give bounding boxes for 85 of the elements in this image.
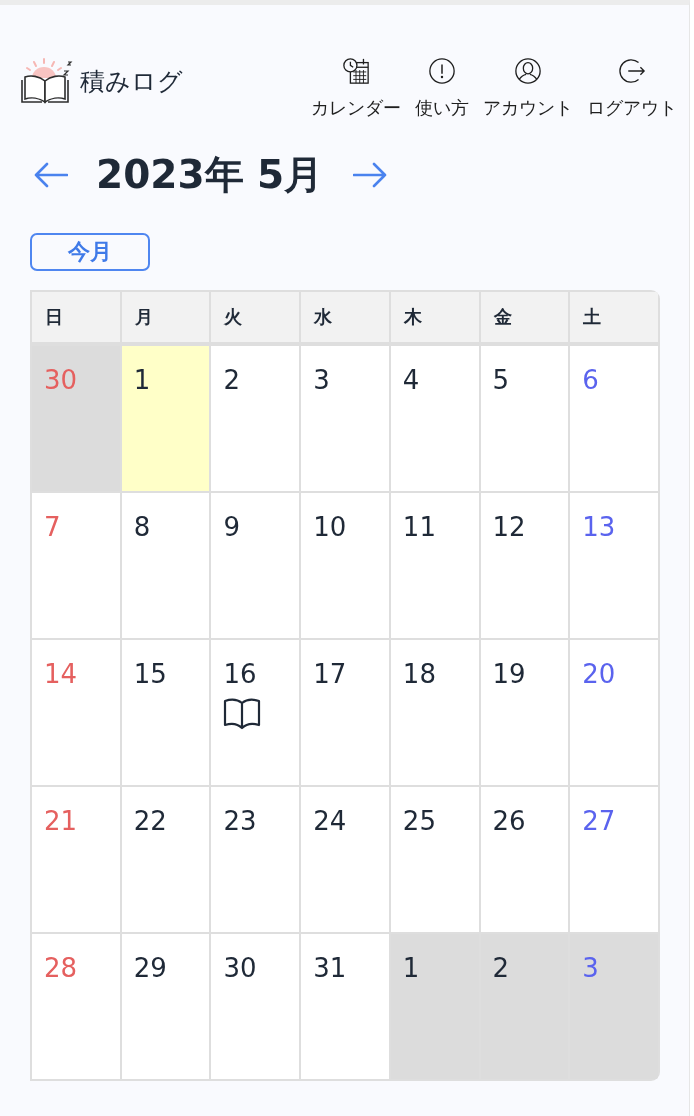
day-cell[interactable]: 5 <box>480 346 569 491</box>
day-number: 31 <box>313 952 347 984</box>
user-icon <box>514 57 542 85</box>
day-number: 29 <box>133 952 167 984</box>
help-nav-button[interactable]: 使い方 <box>415 57 469 119</box>
month-title: 2023年 5月 <box>96 152 324 198</box>
day-number: 2 <box>492 952 510 984</box>
day-cell[interactable]: 26 <box>480 787 569 932</box>
day-cell[interactable]: 23 <box>211 787 300 932</box>
calendar-clock-icon <box>342 57 370 85</box>
day-cell[interactable]: 30 <box>211 934 300 1079</box>
day-cell[interactable]: 15 <box>121 640 210 785</box>
day-cell[interactable]: 11 <box>390 493 479 638</box>
day-cell[interactable]: 8 <box>121 493 210 638</box>
day-number: 17 <box>313 658 347 690</box>
previous-month-button[interactable] <box>34 162 68 188</box>
day-number: 3 <box>582 952 599 984</box>
day-number: 30 <box>223 952 257 984</box>
day-number: 23 <box>223 805 257 837</box>
day-cell[interactable]: 6 <box>570 346 658 491</box>
arrow-right-icon <box>353 162 388 188</box>
day-cell[interactable]: 19 <box>480 640 569 785</box>
day-cell[interactable]: 22 <box>121 787 210 932</box>
calendar-nav-button[interactable]: カレンダー <box>311 57 401 119</box>
day-number: 22 <box>133 805 167 837</box>
day-number: 15 <box>133 658 167 690</box>
day-cell[interactable]: 25 <box>390 787 479 932</box>
day-number: 21 <box>44 805 78 837</box>
app-name: 積みログ <box>80 65 183 98</box>
open-book-sun-logo-icon <box>20 57 74 105</box>
day-number: 6 <box>582 364 599 396</box>
day-cell[interactable]: 18 <box>390 640 479 785</box>
day-number: 24 <box>313 805 347 837</box>
weekday-header: 土 <box>570 292 658 342</box>
day-cell[interactable]: 2 <box>211 346 300 491</box>
weekday-header: 火 <box>211 292 300 342</box>
exclamation-circle-icon <box>428 57 456 85</box>
day-number: 7 <box>44 511 61 543</box>
day-number: 2 <box>223 364 240 396</box>
weekday-header: 日 <box>32 292 120 342</box>
day-cell[interactable]: 1 <box>121 346 210 491</box>
day-number: 3 <box>313 364 330 396</box>
day-number: 5 <box>492 364 510 396</box>
day-cell[interactable]: 13 <box>570 493 658 638</box>
day-number: 4 <box>402 364 420 396</box>
day-number: 9 <box>223 511 240 543</box>
day-number: 1 <box>402 952 420 984</box>
weekday-header: 金 <box>480 292 569 342</box>
day-cell[interactable]: 4 <box>390 346 479 491</box>
day-number: 27 <box>582 805 616 837</box>
day-cell[interactable]: 27 <box>570 787 658 932</box>
day-number: 10 <box>313 511 347 543</box>
day-cell[interactable]: 10 <box>301 493 389 638</box>
day-number: 14 <box>44 658 78 690</box>
day-cell[interactable]: 29 <box>121 934 210 1079</box>
day-number: 11 <box>402 511 436 543</box>
arrow-left-icon <box>34 162 68 188</box>
day-number: 12 <box>492 511 526 543</box>
day-number: 26 <box>492 805 526 837</box>
weekday-header: 木 <box>390 292 479 342</box>
this-month-button[interactable]: 今月 <box>30 233 150 271</box>
day-number: 8 <box>133 511 151 543</box>
day-cell[interactable]: 20 <box>570 640 658 785</box>
day-number: 25 <box>402 805 436 837</box>
weekday-header: 月 <box>121 292 210 342</box>
day-cell[interactable]: 17 <box>301 640 389 785</box>
day-cell[interactable]: 12 <box>480 493 569 638</box>
logout-nav-button[interactable]: ログアウト <box>587 57 677 119</box>
day-number: 20 <box>582 658 616 690</box>
account-nav-button[interactable]: アカウント <box>483 57 573 119</box>
weekday-header: 水 <box>301 292 389 342</box>
day-number: 1 <box>133 364 151 396</box>
next-month-button[interactable] <box>353 162 388 188</box>
day-cell[interactable]: 24 <box>301 787 389 932</box>
day-number: 30 <box>44 364 78 396</box>
day-cell[interactable]: 16 <box>211 640 300 785</box>
day-number: 19 <box>492 658 526 690</box>
day-cell[interactable]: 9 <box>211 493 300 638</box>
day-cell[interactable]: 31 <box>301 934 389 1079</box>
day-number: 18 <box>402 658 436 690</box>
day-number: 16 <box>223 658 257 690</box>
logout-icon <box>618 57 646 85</box>
day-cell[interactable]: 3 <box>301 346 389 491</box>
day-number: 13 <box>582 511 616 543</box>
day-number: 28 <box>44 952 78 984</box>
